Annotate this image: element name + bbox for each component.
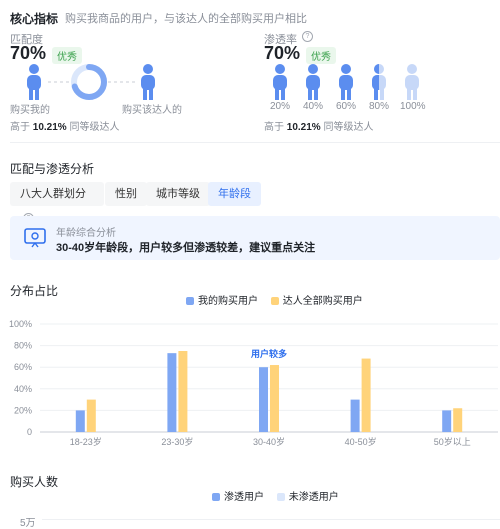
- penetration-level-label: 40%: [302, 101, 323, 112]
- y-tick-label: 100%: [9, 319, 32, 329]
- y-tick-label: 5万: [20, 518, 36, 529]
- bar: [453, 408, 463, 432]
- y-tick-label: 60%: [14, 362, 32, 372]
- x-tick-label: 23-30岁: [161, 436, 193, 447]
- x-tick-label: 18-23岁: [70, 436, 102, 447]
- section-title-buyers: 购买人数: [10, 475, 59, 489]
- compare-value: 10.21%: [32, 122, 67, 133]
- y-tick-label: 80%: [14, 341, 32, 351]
- penetration-figures: [273, 64, 419, 100]
- legend-label-all: 达人全部购买用户: [282, 296, 363, 307]
- callout-title: 年龄综合分析: [56, 228, 116, 239]
- bar: [75, 410, 85, 432]
- tab-city-level[interactable]: 城市等级: [146, 182, 210, 206]
- report-icon: [24, 228, 46, 248]
- match-left-caption: 购买我的: [10, 105, 50, 116]
- penetration-level-label: 80%: [368, 101, 389, 112]
- x-tick-label: 30-40岁: [253, 436, 285, 447]
- chart-annotation: 用户较多: [250, 348, 287, 359]
- person-icon: [141, 64, 155, 100]
- legend-label-penetrated: 渗透用户: [224, 492, 264, 503]
- bar: [178, 351, 188, 432]
- person-icon: [273, 64, 287, 100]
- section-title-analysis: 匹配与渗透分析: [10, 162, 95, 176]
- tab-crowd[interactable]: 八大人群划分 ?: [10, 182, 104, 224]
- person-icon: [306, 64, 320, 100]
- match-right-caption: 购买该达人的: [122, 105, 182, 116]
- x-tick-label: 40-50岁: [345, 436, 377, 447]
- person-icon: [339, 64, 353, 100]
- section-title-distribution: 分布占比: [10, 284, 59, 298]
- penetration-compare: 高于 10.21% 同等级达人: [264, 118, 373, 133]
- bar: [270, 365, 279, 432]
- distribution-chart: 0 20% 40% 60% 80% 100% 18-23岁 23-30岁 30-40岁用户较多 4…: [9, 319, 498, 447]
- y-tick-label: 0: [27, 427, 32, 437]
- compare-prefix: 高于: [264, 122, 284, 133]
- tab-gender[interactable]: 性别: [105, 182, 147, 206]
- compare-suffix: 同等级达人: [69, 122, 120, 133]
- analysis-callout: 年龄综合分析 30-40岁年龄段，用户较多但渗透较差，建议重点关注: [10, 216, 500, 260]
- section-title-core-metrics: 核心指标: [10, 12, 59, 26]
- compare-prefix: 高于: [10, 122, 30, 133]
- legend-label-not-penetrated: 未渗透用户: [288, 492, 339, 503]
- legend-swatch-penetrated: [212, 493, 220, 502]
- tab-age[interactable]: 年龄段: [208, 182, 261, 206]
- section-subtitle: 购买我商品的用户，与该达人的全部购买用户相比: [65, 13, 307, 25]
- gridline: [42, 519, 500, 520]
- callout-text: 30-40岁年龄段，用户较多但渗透较差，建议重点关注: [56, 242, 316, 254]
- buyers-legend: 渗透用户 未渗透用户: [212, 488, 339, 503]
- help-icon[interactable]: ?: [302, 31, 313, 42]
- legend-swatch-not-penetrated: [276, 493, 285, 502]
- compare-suffix: 同等级达人: [323, 122, 374, 133]
- bar: [350, 399, 360, 432]
- divider: [10, 142, 500, 143]
- tab-label: 八大人群划分: [20, 188, 86, 200]
- x-tick-label: 50岁以上: [434, 436, 471, 447]
- bar: [86, 399, 96, 432]
- bar: [259, 367, 268, 432]
- y-tick-label: 40%: [14, 384, 32, 394]
- penetration-level-label: 20%: [269, 101, 290, 112]
- person-icon: [405, 64, 419, 100]
- bar: [167, 353, 177, 432]
- match-compare: 高于 10.21% 同等级达人: [10, 118, 119, 133]
- compare-value: 10.21%: [286, 122, 321, 133]
- bar: [442, 410, 452, 432]
- legend-swatch-all: [270, 297, 279, 306]
- legend-swatch-mine: [186, 297, 194, 306]
- legend-label-mine: 我的购买用户: [198, 296, 258, 307]
- y-tick-label: 20%: [14, 405, 32, 415]
- chart-legend: 我的购买用户 达人全部购买用户: [186, 292, 363, 307]
- penetration-level-label: 100%: [400, 101, 426, 112]
- person-icon: [27, 64, 41, 100]
- penetration-level-label: 60%: [335, 101, 356, 112]
- bar: [361, 358, 371, 432]
